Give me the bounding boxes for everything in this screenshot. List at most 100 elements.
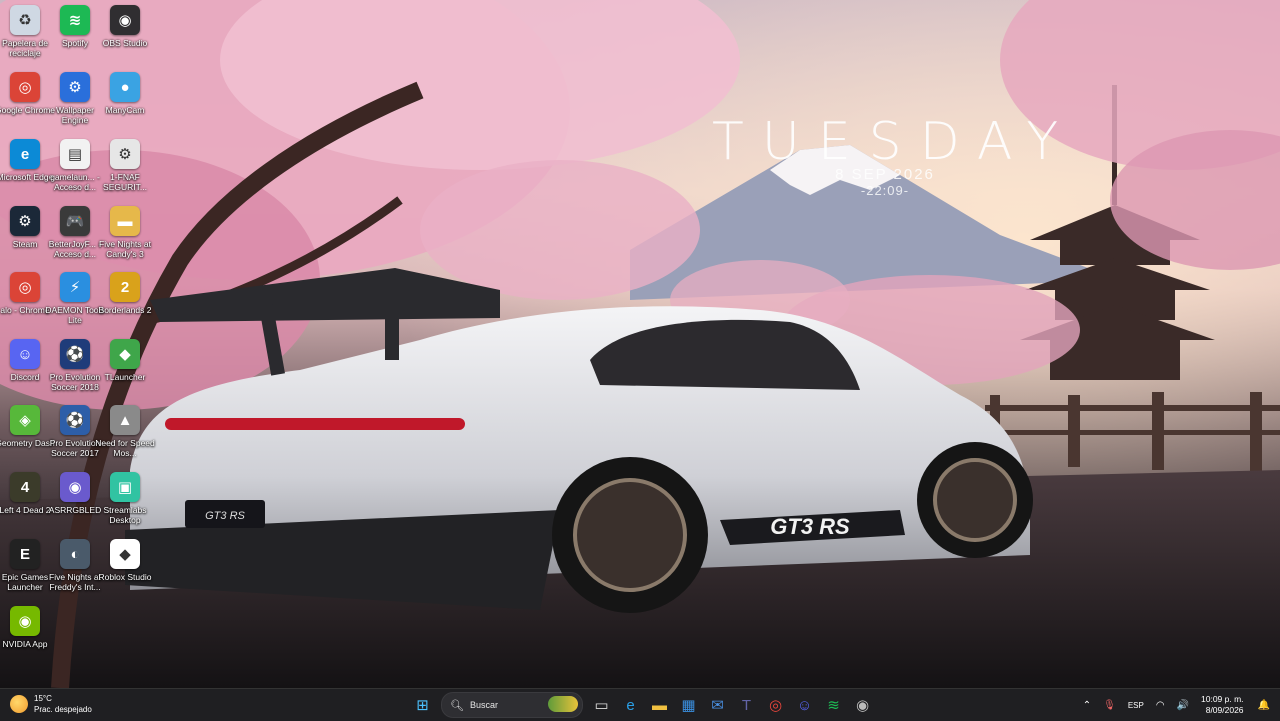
teams-taskbar-button[interactable]: T	[735, 693, 759, 717]
geometry-dash-icon: ◈	[10, 405, 40, 435]
pes-icon: ⚽	[60, 405, 90, 435]
steam-icon: ⚙	[10, 206, 40, 236]
mail-icon: ✉	[711, 697, 724, 714]
asrrgb-icon: ◉	[60, 472, 90, 502]
gamepad-icon: 🎮	[60, 206, 90, 236]
roblox-studio-icon: ◆	[110, 539, 140, 569]
desktop-icon-tlauncher[interactable]: ◆ TLauncher	[100, 339, 150, 382]
desktop-icon-pes[interactable]: ⚽ Pro Evolution Soccer 2018	[50, 339, 100, 392]
edge-icon: e	[10, 139, 40, 169]
desktop-icon-daemon-tools[interactable]: ⚡ DAEMON Tools Lite	[45, 272, 105, 325]
desktop-icon-label: 1-FNAF SEGURIT...	[103, 172, 147, 192]
desktop-icon-borderlands[interactable]: 2 Borderlands 2	[99, 272, 151, 315]
fnaf-icon: ◐	[60, 539, 90, 569]
taskbar-pinned-apps: ⊞ 🔍︎ Buscar ▭ e ▬ ▦ ✉ T ◎ ☺ ≋ ◉	[408, 692, 877, 718]
desktop-icon-nvidia[interactable]: ◉ NVIDIA App	[0, 606, 50, 649]
wallpaper-day: TUESDAY	[712, 112, 1077, 172]
search-placeholder: Buscar	[470, 700, 499, 710]
pes-icon: ⚽	[60, 339, 90, 369]
desktop-wallpaper: GT3 RS GT3 RS	[0, 0, 1280, 688]
spotify-taskbar-button[interactable]: ≋	[822, 693, 846, 717]
desktop-icon-chrome[interactable]: ◎ alo - Chrome	[0, 272, 50, 315]
desktop-icon-chrome[interactable]: ◎ Google Chrome	[0, 72, 55, 115]
spotify-icon: ≋	[60, 5, 90, 35]
store-icon: ▦	[681, 697, 696, 714]
wifi-icon[interactable]: ◠	[1156, 700, 1165, 711]
discord-taskbar-button[interactable]: ☺	[793, 693, 817, 717]
chevron-up-icon[interactable]: ⌃	[1083, 700, 1091, 711]
desktop-icon-streamlabs[interactable]: ▣ Streamlabs Desktop	[100, 472, 150, 525]
chrome-icon: ◎	[768, 697, 783, 714]
discord-icon: ☺	[10, 339, 40, 369]
desktop-icon-edge[interactable]: e Microsoft Edge	[0, 139, 53, 182]
windows-start-taskbar-button[interactable]: ⊞	[411, 693, 435, 717]
desktop-icon-nfs[interactable]: ▲ Need for Speed Mos...	[95, 405, 155, 458]
recycle-bin-icon: ♻	[10, 5, 40, 35]
windows-start-icon: ⊞	[416, 697, 429, 714]
wallpaper-engine-icon: ⚙	[60, 72, 90, 102]
desktop-icon-fnaf[interactable]: ◐ Five Nights at Freddy's Int...	[49, 539, 101, 592]
desktop-icon-geometry-dash[interactable]: ◈ Geometry Dash	[0, 405, 55, 448]
sun-weather-icon	[10, 695, 28, 713]
desktop-icon-pes[interactable]: ⚽ Pro Evolution Soccer 2017	[50, 405, 100, 458]
taskbar-clock[interactable]: 10:09 p. m. 8/09/2026	[1201, 694, 1244, 716]
obs-icon: ◉	[110, 5, 140, 35]
task-view-icon: ▭	[594, 697, 609, 714]
desktop-icon-folder[interactable]: ▬ Five Nights at Candy's 3	[99, 206, 151, 259]
desktop-icon-label: ManyCam	[105, 105, 145, 115]
taskbar: 15°C Prac. despejado ⊞ 🔍︎ Buscar ▭ e ▬ ▦ ✉ T ◎ ☺ ≋ ◉…	[0, 688, 1280, 721]
manycam-icon: ●	[110, 72, 140, 102]
edge-taskbar-button[interactable]: e	[619, 693, 643, 717]
desktop-icon-steam[interactable]: ⚙ Steam	[0, 206, 50, 249]
desktop-icon-shortcut[interactable]: ▤ gamelaun... - Acceso d...	[50, 139, 100, 192]
chrome-icon: ◎	[10, 72, 40, 102]
desktop-icon-discord[interactable]: ☺ Discord	[0, 339, 50, 382]
file-explorer-taskbar-button[interactable]: ▬	[648, 693, 672, 717]
l4d2-icon: 4	[10, 472, 40, 502]
nvidia-icon: ◉	[10, 606, 40, 636]
weather-temperature: 15°C	[34, 694, 52, 703]
desktop-icon-gamepad[interactable]: 🎮 BetterJoyF... - Acceso d...	[49, 206, 101, 259]
desktop-icon-label: Roblox Studio	[98, 572, 152, 582]
settings-file-icon: ⚙	[110, 139, 140, 169]
microphone-icon[interactable]: 🎙	[1103, 700, 1116, 711]
epic-games-icon: E	[10, 539, 40, 569]
desktop-icon-roblox-studio[interactable]: ◆ Roblox Studio	[99, 539, 151, 582]
chrome-icon: ◎	[10, 272, 40, 302]
chrome-taskbar-button[interactable]: ◎	[764, 693, 788, 717]
obs-taskbar-button[interactable]: ◉	[851, 693, 875, 717]
notification-bell-icon[interactable]: 🔔	[1258, 700, 1270, 711]
volume-icon[interactable]: 🔊	[1177, 700, 1189, 711]
search-highlight-badge	[548, 696, 578, 712]
spotify-icon: ≋	[827, 697, 840, 714]
desktop-icon-obs[interactable]: ◉ OBS Studio	[100, 5, 150, 48]
desktop-icon-recycle-bin[interactable]: ♻ Papelera de reciclaje	[0, 5, 50, 58]
file-explorer-icon: ▬	[652, 696, 667, 714]
store-taskbar-button[interactable]: ▦	[677, 693, 701, 717]
desktop-icon-grid: ♻ Papelera de reciclaje ≋ Spotify ◉ OBS Studi…	[0, 0, 160, 688]
taskbar-time: 10:09 p. m.	[1201, 694, 1244, 704]
weather-widget[interactable]: 15°C Prac. despejado	[10, 693, 92, 715]
desktop-icon-spotify[interactable]: ≋ Spotify	[50, 5, 100, 48]
weather-description: Prac. despejado	[34, 705, 92, 714]
tlauncher-icon: ◆	[110, 339, 140, 369]
desktop-icon-l4d2[interactable]: 4 Left 4 Dead 2	[0, 472, 51, 515]
desktop-icon-settings-file[interactable]: ⚙ 1-FNAF SEGURIT...	[100, 139, 150, 192]
shortcut-icon: ▤	[60, 139, 90, 169]
teams-icon: T	[741, 696, 752, 714]
desktop-icon-asrrgb[interactable]: ◉ ASRRGBLED	[49, 472, 101, 515]
taskbar-search-box[interactable]: 🔍︎ Buscar	[441, 692, 583, 718]
borderlands-icon: 2	[110, 272, 140, 302]
desktop-icon-label: Five Nights at Candy's 3	[99, 239, 151, 259]
discord-icon: ☺	[796, 696, 813, 714]
input-language[interactable]: ESP	[1128, 701, 1144, 710]
desktop-icon-label: NVIDIA App	[2, 639, 48, 649]
desktop-icon-label: TLauncher	[104, 372, 146, 382]
mail-taskbar-button[interactable]: ✉	[706, 693, 730, 717]
task-view-taskbar-button[interactable]: ▭	[590, 693, 614, 717]
desktop-icon-manycam[interactable]: ● ManyCam	[100, 72, 150, 115]
desktop-icon-label: Borderlands 2	[98, 305, 152, 315]
desktop-icon-epic-games[interactable]: E Epic Games Launcher	[0, 539, 50, 592]
desktop-icon-label: Streamlabs Desktop	[103, 505, 147, 525]
desktop-icon-wallpaper-engine[interactable]: ⚙ Wallpaper Engine	[50, 72, 100, 125]
